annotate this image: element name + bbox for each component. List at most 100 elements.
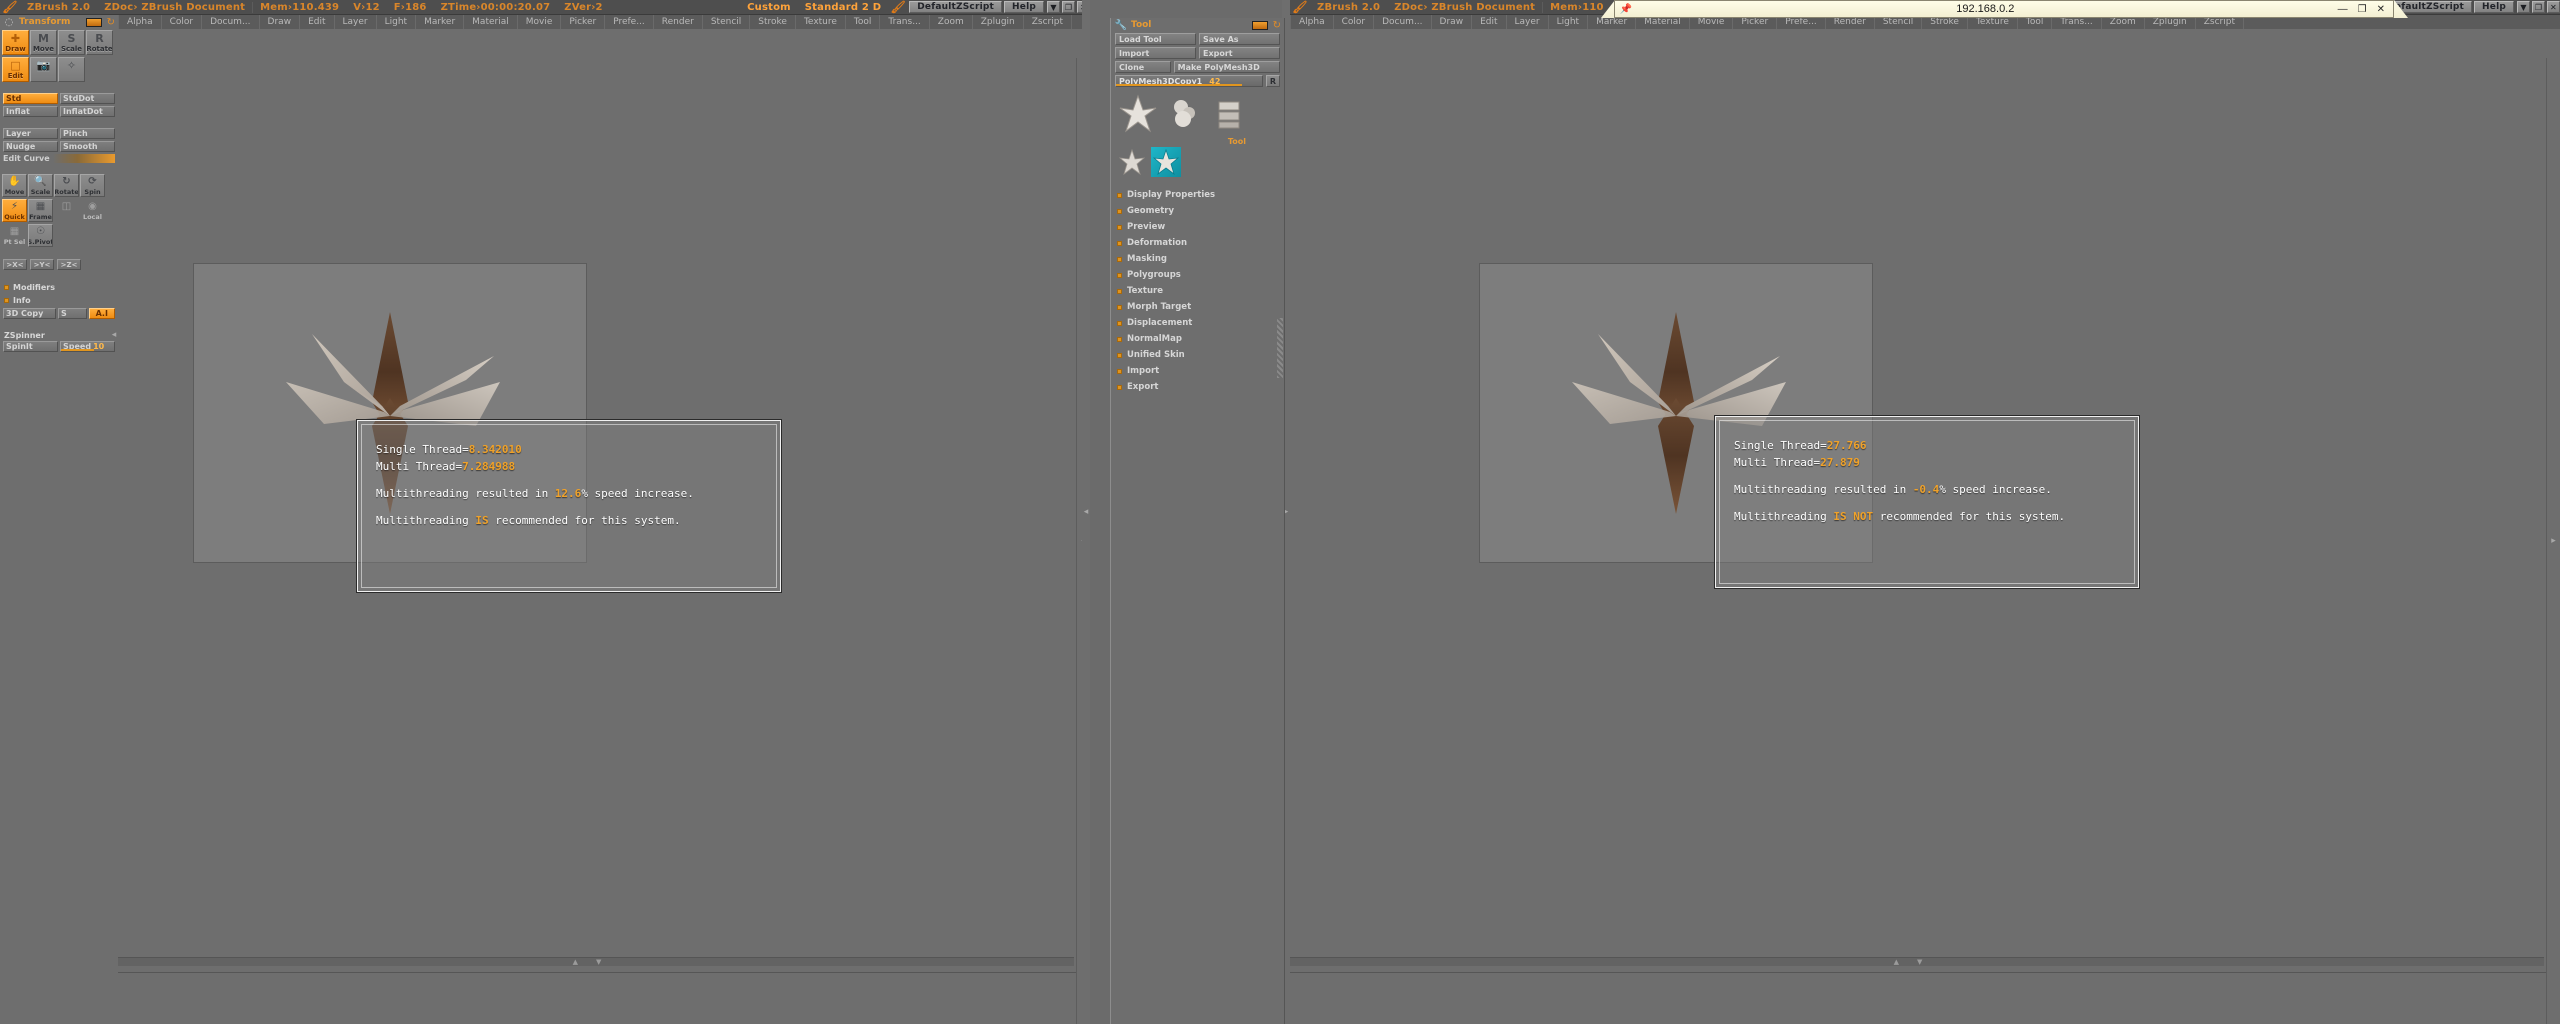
export-button[interactable]: Export (1199, 47, 1280, 59)
gizmo-rotate-button[interactable]: ↻ Rotate (54, 174, 79, 197)
menu-item-edit[interactable]: Edit (300, 15, 334, 29)
menu-item-draw[interactable]: Draw (1432, 15, 1473, 29)
menu-item-layer[interactable]: Layer (1507, 15, 1549, 29)
menu-item-edit[interactable]: Edit (1472, 15, 1506, 29)
mirror-z-icon[interactable]: >Z< (57, 259, 81, 270)
load-tool-button[interactable]: Load Tool (1115, 33, 1196, 45)
scale-button[interactable]: S Scale (58, 30, 85, 55)
benchmark-dialog-left[interactable]: Single Thread=8.342010 Multi Thread=7.28… (357, 420, 781, 592)
current-tool-name-field[interactable]: PolyMesh3DCopy1_ 42 (1115, 75, 1263, 87)
tool-thumb-teal-star[interactable] (1151, 147, 1181, 177)
help-button[interactable]: Help (1004, 1, 1044, 13)
custom-layout-label[interactable]: Custom (740, 2, 798, 13)
draw-button[interactable]: ✚ Draw (2, 30, 29, 55)
menu-item-transform[interactable]: Trans... (880, 15, 929, 29)
import-button[interactable]: Import (1115, 47, 1196, 59)
minimize-icon[interactable]: ▼ (1047, 1, 1060, 13)
mirror-x-icon[interactable]: >X< (3, 259, 27, 270)
menu-item-preferences[interactable]: Prefe... (605, 15, 654, 29)
menu-item-layer[interactable]: Layer (335, 15, 377, 29)
brush-layer-button[interactable]: Layer (3, 128, 58, 139)
menu-item-tool[interactable]: Tool (846, 15, 880, 29)
palette-collapse-handle[interactable]: ◂ (110, 315, 118, 355)
color-swatch-icon[interactable] (86, 18, 102, 27)
save-as-button[interactable]: Save As (1199, 33, 1280, 45)
default-zscript-button[interactable]: DefaultZScript (909, 1, 1002, 13)
close-icon[interactable]: ✕ (2547, 1, 2560, 13)
subpalette-import[interactable]: Import (1111, 363, 1284, 379)
clone-button[interactable]: Clone (1115, 61, 1171, 73)
make-polymesh3d-button[interactable]: Make PolyMesh3D (1174, 61, 1280, 73)
benchmark-dialog-right[interactable]: Single Thread=27.766 Multi Thread=27.879… (1715, 416, 2139, 588)
set-pivot-button[interactable]: ☉ S.Pivot (28, 224, 53, 247)
camera-button[interactable]: 📷 (30, 57, 57, 82)
help-button[interactable]: Help (2474, 1, 2514, 13)
canvas-area-right[interactable]: Single Thread=27.766 Multi Thread=27.879… (1290, 29, 2560, 1024)
menu-item-zoom[interactable]: Zoom (930, 15, 973, 29)
horizontal-scrollbar-right[interactable]: ▲▼ (1290, 957, 2544, 966)
local-button[interactable]: ◉ Local (80, 199, 105, 222)
move-button[interactable]: M Move (30, 30, 57, 55)
menu-item-light[interactable]: Light (1549, 15, 1588, 29)
horizontal-scrollbar-left[interactable]: ▲▼ (118, 957, 1074, 966)
menu-item-render[interactable]: Render (654, 15, 703, 29)
menu-item-color[interactable]: Color (162, 15, 203, 29)
edit-button[interactable]: □ Edit (2, 57, 29, 82)
subpalette-texture[interactable]: Texture (1111, 283, 1284, 299)
brush-inflatdot-button[interactable]: InflatDot (60, 106, 115, 117)
menu-item-color[interactable]: Color (1334, 15, 1375, 29)
subpalette-masking[interactable]: Masking (1111, 251, 1284, 267)
tool-palette-scrollbar[interactable] (1277, 318, 1283, 378)
subpalette-info[interactable]: Info (0, 294, 118, 307)
rotate-button[interactable]: R Rotate (86, 30, 113, 55)
gizmo-scale-button[interactable]: 🔍 Scale (28, 174, 53, 197)
brush-std-button[interactable]: Std (3, 93, 58, 104)
left-instance-resize-handle[interactable]: ◂ (1082, 0, 1090, 1024)
minimize-icon[interactable]: ▼ (2517, 1, 2530, 13)
menu-item-alpha[interactable]: Alpha (118, 15, 162, 29)
edit-curve-row[interactable]: Edit Curve (0, 153, 118, 164)
right-rail-right[interactable]: ▸ (2546, 58, 2560, 1024)
brush-smooth-button[interactable]: Smooth (60, 141, 115, 152)
menu-item-alpha[interactable]: Alpha (1290, 15, 1334, 29)
close-icon[interactable]: ✕ (2377, 4, 2385, 15)
gizmo-move-button[interactable]: ✋ Move (2, 174, 27, 197)
rename-tool-button[interactable]: R (1266, 75, 1280, 87)
mirror-y-icon[interactable]: >Y< (30, 259, 54, 270)
menu-item-document[interactable]: Docum... (202, 15, 259, 29)
tool-thumb-plane3d[interactable] (1209, 93, 1251, 135)
subpalette-polygroups[interactable]: Polygroups (1111, 267, 1284, 283)
restore-icon[interactable]: ❐ (2532, 1, 2545, 13)
canvas-area-left[interactable]: Single Thread=8.342010 Multi Thread=7.28… (118, 29, 1090, 1024)
pushpin-icon[interactable]: 📌 (1619, 4, 1633, 15)
cube-wire-button[interactable]: ◫ (54, 199, 79, 222)
subpalette-morph-target[interactable]: Morph Target (1111, 299, 1284, 315)
minimize-icon[interactable]: — (2338, 4, 2348, 15)
menu-item-movie[interactable]: Movie (518, 15, 562, 29)
quick-button[interactable]: ⚡ Quick (2, 199, 27, 222)
subpalette-geometry[interactable]: Geometry (1111, 203, 1284, 219)
subpalette-normalmap[interactable]: NormalMap (1111, 331, 1284, 347)
remote-desktop-titlebar[interactable]: 📌 192.168.0.2 — ❐ ✕ (1614, 0, 2394, 18)
three-d-copy-button[interactable]: 3D Copy (3, 308, 56, 319)
gizmo-spin-button[interactable]: ⟳ Spin (80, 174, 105, 197)
menu-item-marker[interactable]: Marker (416, 15, 464, 29)
subpalette-modifiers[interactable]: Modifiers (0, 281, 118, 294)
s-button[interactable]: S (58, 308, 87, 319)
subpalette-display-properties[interactable]: Display Properties (1111, 187, 1284, 203)
brush-nudge-button[interactable]: Nudge (3, 141, 58, 152)
restore-icon[interactable]: ❐ (1062, 1, 1075, 13)
restore-icon[interactable]: ❐ (2358, 4, 2367, 15)
menu-item-picker[interactable]: Picker (561, 15, 605, 29)
standard-layout-label[interactable]: Standard 2 D (798, 2, 888, 13)
marker-button[interactable]: ✧ (58, 57, 85, 82)
menu-item-document[interactable]: Docum... (1374, 15, 1431, 29)
menu-item-texture[interactable]: Texture (796, 15, 846, 29)
subpalette-export[interactable]: Export (1111, 379, 1284, 395)
spinit-button[interactable]: SpinIt (3, 341, 58, 352)
menu-item-material[interactable]: Material (464, 15, 518, 29)
menu-item-draw[interactable]: Draw (260, 15, 301, 29)
brush-pinch-button[interactable]: Pinch (60, 128, 115, 139)
subpalette-preview[interactable]: Preview (1111, 219, 1284, 235)
tool-thumb-star-small[interactable] (1117, 147, 1147, 177)
